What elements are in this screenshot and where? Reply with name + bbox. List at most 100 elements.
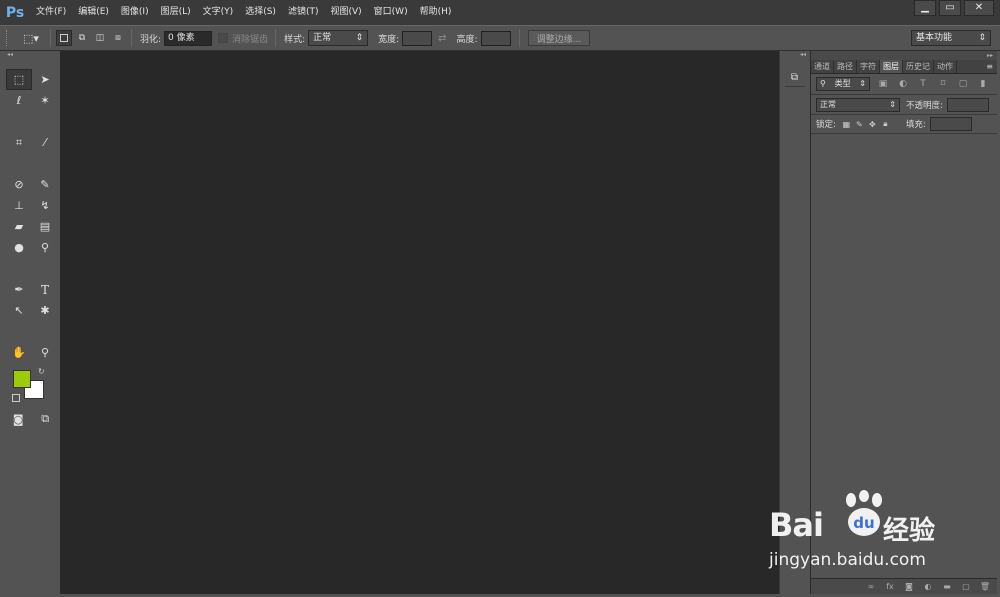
photoshop-window: Ps 文件(F) 编辑(E) 图像(I) 图层(L) 文字(Y) 选择(S) 滤… bbox=[0, 0, 1000, 597]
maximize-button[interactable]: ▭ bbox=[939, 0, 961, 16]
eyedropper-tool[interactable]: ⁄ bbox=[32, 132, 58, 153]
crop-tool[interactable]: ⌗ bbox=[6, 132, 32, 153]
move-tool[interactable]: ➤ bbox=[32, 69, 58, 90]
filter-toggle-icon[interactable]: ▮ bbox=[976, 79, 990, 89]
lasso-tool[interactable]: ℓ bbox=[6, 90, 32, 111]
tool-gap bbox=[6, 153, 58, 157]
menu-layer[interactable]: 图层(L) bbox=[155, 0, 197, 25]
refine-edge-button[interactable]: 调整边缘... bbox=[527, 30, 591, 46]
tool-gap bbox=[6, 321, 58, 325]
path-selection-tool[interactable]: ↖ bbox=[6, 300, 32, 321]
opacity-field[interactable] bbox=[946, 97, 989, 112]
add-selection-button[interactable]: ⧉ bbox=[74, 30, 90, 46]
collapse-toolbar-icon[interactable]: ◂◂ bbox=[4, 51, 58, 59]
swap-width-height-icon[interactable]: ⇄ bbox=[438, 33, 446, 44]
panel-menu-icon[interactable]: ≡ bbox=[982, 60, 997, 73]
healing-brush-tool[interactable]: ⊘ bbox=[6, 174, 32, 195]
drop-icon: ● bbox=[14, 241, 24, 254]
swap-colors-icon[interactable]: ↻ bbox=[38, 367, 45, 376]
tab-history[interactable]: 历史记 bbox=[903, 60, 934, 73]
properties-panel-icon[interactable]: ⧉ bbox=[784, 69, 805, 87]
foreground-color-swatch[interactable] bbox=[13, 370, 31, 388]
type-tool[interactable]: T bbox=[32, 279, 58, 300]
tab-layers[interactable]: 图层 bbox=[880, 60, 903, 73]
eyedropper-icon: ⁄ bbox=[44, 136, 46, 149]
filter-adjustment-icon[interactable]: ◐ bbox=[896, 79, 910, 89]
lock-image-icon[interactable]: ✎ bbox=[853, 120, 866, 129]
quick-mask-icon[interactable]: ◙ bbox=[13, 413, 24, 426]
menu-help[interactable]: 帮助(H) bbox=[414, 0, 458, 25]
baidu-jingyan-watermark: du Bai 经验 jingyan.baidu.com bbox=[765, 486, 995, 581]
tab-character[interactable]: 字符 bbox=[857, 60, 880, 73]
magic-wand-tool[interactable]: ✶ bbox=[32, 90, 58, 111]
workspace-select[interactable]: 基本功能 ⇕ bbox=[911, 30, 991, 46]
menu-filter[interactable]: 滤镜(T) bbox=[282, 0, 325, 25]
options-grip[interactable] bbox=[6, 30, 12, 46]
collapse-panels-icon[interactable]: ▸▸ bbox=[811, 51, 997, 60]
menu-window[interactable]: 窗口(W) bbox=[368, 0, 414, 25]
style-select[interactable]: 正常 ⇕ bbox=[308, 30, 369, 46]
updown-arrow-icon: ⇕ bbox=[978, 33, 986, 43]
menu-edit[interactable]: 编辑(E) bbox=[72, 0, 115, 25]
feather-input[interactable]: 0 像素 bbox=[164, 30, 213, 46]
brush-tool[interactable]: ✎ bbox=[32, 174, 58, 195]
menu-select[interactable]: 选择(S) bbox=[239, 0, 282, 25]
dodge-icon: ⚲ bbox=[40, 241, 50, 254]
new-layer-icon[interactable]: ▢ bbox=[960, 582, 972, 591]
divider bbox=[50, 29, 51, 47]
expand-strip-icon[interactable]: ◂◂ bbox=[780, 51, 809, 59]
close-button[interactable]: ✕ bbox=[964, 0, 994, 16]
lock-position-icon[interactable]: ✥ bbox=[866, 120, 879, 129]
menu-type[interactable]: 文字(Y) bbox=[197, 0, 240, 25]
tab-actions[interactable]: 动作 bbox=[934, 60, 957, 73]
paw-logo-icon: du bbox=[846, 490, 882, 536]
tool-preset-picker[interactable]: ⬚▾ bbox=[16, 29, 46, 47]
new-group-icon[interactable]: ▬ bbox=[941, 582, 953, 591]
eraser-tool[interactable]: ▰ bbox=[6, 216, 32, 237]
width-input[interactable] bbox=[402, 30, 433, 46]
new-selection-button[interactable] bbox=[56, 30, 72, 46]
filter-shape-icon[interactable]: ⌑ bbox=[936, 79, 950, 89]
minimize-button[interactable]: ▁ bbox=[914, 0, 936, 16]
layer-filter-kind-select[interactable]: ⚲ 类型 ⇕ bbox=[816, 77, 870, 91]
gradient-tool[interactable]: ▤ bbox=[32, 216, 58, 237]
subtract-selection-button[interactable]: ◫ bbox=[92, 30, 108, 46]
lock-transparent-icon[interactable]: ▦ bbox=[840, 120, 853, 129]
link-layers-icon[interactable]: ∞ bbox=[865, 582, 877, 591]
intersect-selection-button[interactable]: ⧈ bbox=[110, 30, 126, 46]
filter-smart-object-icon[interactable]: ▢ bbox=[956, 79, 970, 89]
layer-style-icon[interactable]: fx bbox=[884, 582, 896, 591]
move-icon: ➤ bbox=[40, 73, 50, 86]
clone-stamp-tool[interactable]: ⊥ bbox=[6, 195, 32, 216]
rectangular-marquee-tool[interactable]: ⬚ bbox=[6, 69, 32, 90]
adjustment-layer-icon[interactable]: ◐ bbox=[922, 582, 934, 591]
menu-view[interactable]: 视图(V) bbox=[324, 0, 367, 25]
history-brush-tool[interactable]: ↯ bbox=[32, 195, 58, 216]
pen-tool[interactable]: ✒ bbox=[6, 279, 32, 300]
lock-all-icon[interactable]: 🔒︎ bbox=[879, 119, 892, 129]
height-input[interactable] bbox=[480, 30, 511, 46]
filter-type-icon[interactable]: T bbox=[916, 79, 930, 89]
blur-tool[interactable]: ● bbox=[6, 237, 32, 258]
tools-panel: ◂◂ ⬚ ➤ ℓ ✶ ⌗ ⁄ ⊘ ✎ ⊥ ↯ ▰ ▤ ● ⚲ ✒ T ↖ ✱ ✋… bbox=[4, 51, 58, 594]
document-canvas-area[interactable] bbox=[60, 51, 779, 594]
zoom-tool[interactable]: ⚲ bbox=[32, 342, 58, 363]
options-bar: ⬚▾ ⧉ ◫ ⧈ 羽化: 0 像素 消除锯齿 样式: 正常 ⇕ 宽度: ⇄ 高度… bbox=[0, 25, 1000, 51]
default-colors-icon[interactable] bbox=[12, 394, 20, 402]
add-mask-icon[interactable]: ◙ bbox=[903, 582, 915, 591]
tab-paths[interactable]: 路径 bbox=[834, 60, 857, 73]
antialias-checkbox[interactable] bbox=[218, 33, 229, 43]
filter-pixel-icon[interactable]: ▣ bbox=[876, 79, 890, 89]
tab-channels[interactable]: 通道 bbox=[811, 60, 834, 73]
shape-tool[interactable]: ✱ bbox=[32, 300, 58, 321]
screen-mode-icon[interactable]: ⧉ bbox=[41, 412, 49, 426]
hand-tool[interactable]: ✋ bbox=[6, 342, 32, 363]
delete-layer-icon[interactable]: 🗑︎ bbox=[979, 582, 991, 591]
menu-file[interactable]: 文件(F) bbox=[30, 0, 72, 25]
shape-icon: ✱ bbox=[40, 304, 50, 317]
marquee-icon: ⬚ bbox=[13, 73, 25, 86]
dodge-tool[interactable]: ⚲ bbox=[32, 237, 58, 258]
menu-image[interactable]: 图像(I) bbox=[115, 0, 155, 25]
blend-mode-select[interactable]: 正常 ⇕ bbox=[816, 97, 900, 112]
fill-field[interactable] bbox=[929, 117, 972, 131]
